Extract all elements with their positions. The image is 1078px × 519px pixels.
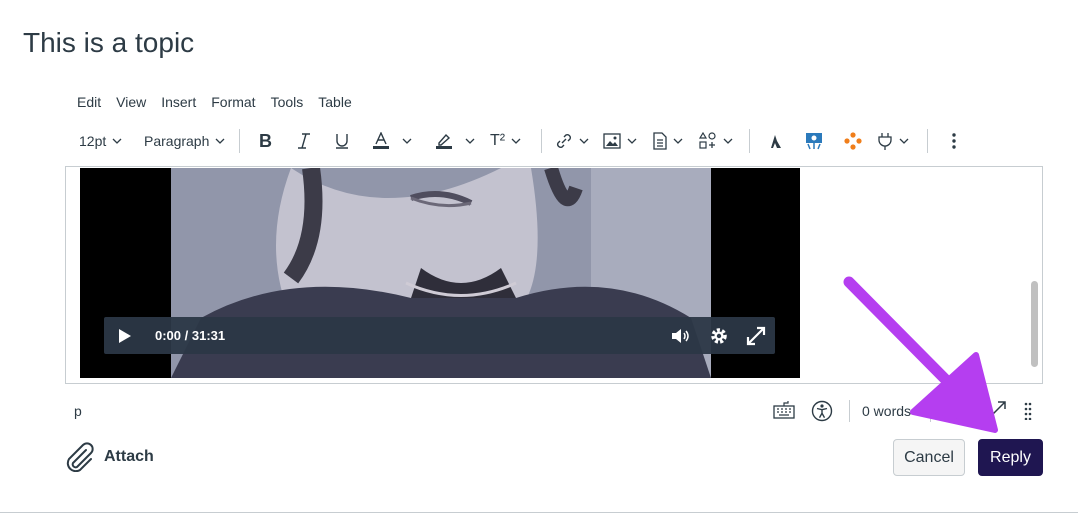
chevron-down-icon: [723, 138, 733, 144]
page-title: This is a topic: [23, 26, 195, 58]
video-settings-button[interactable]: [704, 317, 734, 354]
superscript-icon: T²: [490, 132, 506, 149]
italic-button[interactable]: [296, 124, 312, 158]
element-path[interactable]: p: [74, 403, 82, 419]
block-format-select[interactable]: Paragraph: [144, 124, 225, 158]
menu-tools[interactable]: Tools: [271, 94, 304, 110]
video-player[interactable]: 0:00 / 31:31: [80, 168, 800, 378]
chevron-down-icon: [112, 138, 122, 144]
resize-handle[interactable]: [1024, 402, 1032, 423]
drag-handle-icon: [1024, 402, 1032, 421]
word-count[interactable]: 0 words: [862, 403, 911, 419]
expand-icon: [986, 401, 1006, 421]
embed-button[interactable]: [699, 124, 733, 158]
more-options-button[interactable]: [952, 124, 956, 158]
link-icon: [557, 134, 571, 148]
image-icon: [603, 133, 621, 149]
embed-icon: [699, 132, 716, 149]
chevron-down-icon: [465, 138, 475, 144]
editor-toolbar: 12pt Paragraph B T²: [66, 124, 1042, 158]
bold-button[interactable]: B: [257, 124, 275, 158]
paperclip-icon: [66, 442, 94, 472]
menu-insert[interactable]: Insert: [161, 94, 196, 110]
menu-format[interactable]: Format: [211, 94, 255, 110]
svg-text:B: B: [259, 132, 272, 150]
editor-scrollbar[interactable]: [1031, 281, 1038, 367]
bottom-divider: [0, 512, 1078, 513]
bold-icon: B: [259, 132, 272, 150]
superscript-button[interactable]: T²: [490, 124, 521, 158]
chevron-down-icon: [402, 138, 412, 144]
text-color-icon: [373, 132, 389, 149]
highlight-color-icon: [436, 133, 452, 149]
keyboard-shortcuts-button[interactable]: [773, 400, 795, 423]
cancel-button[interactable]: Cancel: [893, 439, 965, 476]
media-recorder-button[interactable]: [805, 124, 823, 158]
document-icon: [653, 132, 667, 150]
underline-icon: [336, 134, 348, 149]
menu-table[interactable]: Table: [318, 94, 351, 110]
attach-button[interactable]: Attach: [64, 442, 154, 472]
statusbar-divider: [930, 400, 931, 422]
image-button[interactable]: [603, 124, 637, 158]
mathtype-button[interactable]: [769, 124, 783, 158]
apps-button[interactable]: [844, 124, 862, 158]
accessibility-icon: [811, 400, 833, 422]
menu-edit[interactable]: Edit: [77, 94, 101, 110]
chevron-down-icon: [899, 138, 909, 144]
chevron-down-icon: [215, 138, 225, 144]
attach-label: Attach: [104, 448, 154, 465]
menu-view[interactable]: View: [116, 94, 146, 110]
editor-menubar: Edit View Insert Format Tools Table: [77, 94, 367, 110]
toolbar-divider: [749, 129, 750, 153]
accessibility-checker-button[interactable]: [811, 400, 833, 425]
fullscreen-icon: [746, 326, 766, 345]
apps-icon: [844, 132, 862, 150]
chevron-down-icon: [673, 138, 683, 144]
statusbar-divider: [849, 400, 850, 422]
media-recorder-icon: [806, 133, 822, 150]
reply-button[interactable]: Reply: [978, 439, 1043, 476]
underline-button[interactable]: [333, 124, 351, 158]
mathtype-icon: [771, 135, 781, 148]
volume-button[interactable]: [666, 317, 696, 354]
video-time: 0:00 / 31:31: [155, 328, 226, 343]
fullscreen-editor-button[interactable]: [985, 400, 1007, 425]
editor-content-area[interactable]: 0:00 / 31:31: [65, 166, 1043, 384]
toolbar-divider: [927, 129, 928, 153]
fullscreen-button[interactable]: [741, 317, 771, 354]
font-size-select[interactable]: 12pt: [79, 124, 122, 158]
link-button[interactable]: [555, 124, 589, 158]
chevron-down-icon: [511, 138, 521, 144]
gear-icon: [711, 327, 727, 344]
more-options-icon: [952, 133, 956, 149]
italic-icon: [298, 133, 310, 149]
text-color-button[interactable]: [372, 124, 412, 158]
toolbar-divider: [239, 129, 240, 153]
chevron-down-icon: [579, 138, 589, 144]
keyboard-icon: [773, 401, 795, 419]
plugin-icon: [878, 133, 892, 150]
highlight-color-button[interactable]: [435, 124, 475, 158]
toolbar-divider: [541, 129, 542, 153]
plugin-button[interactable]: [877, 124, 909, 158]
block-format-value: Paragraph: [144, 133, 210, 149]
video-controls: 0:00 / 31:31: [104, 317, 775, 354]
font-size-value: 12pt: [79, 133, 107, 149]
play-icon: [119, 328, 131, 343]
chevron-down-icon: [627, 138, 637, 144]
document-button[interactable]: [653, 124, 683, 158]
play-button[interactable]: [104, 317, 146, 354]
editor-statusbar: p 0 words: [66, 396, 1042, 428]
volume-icon: [672, 328, 689, 343]
